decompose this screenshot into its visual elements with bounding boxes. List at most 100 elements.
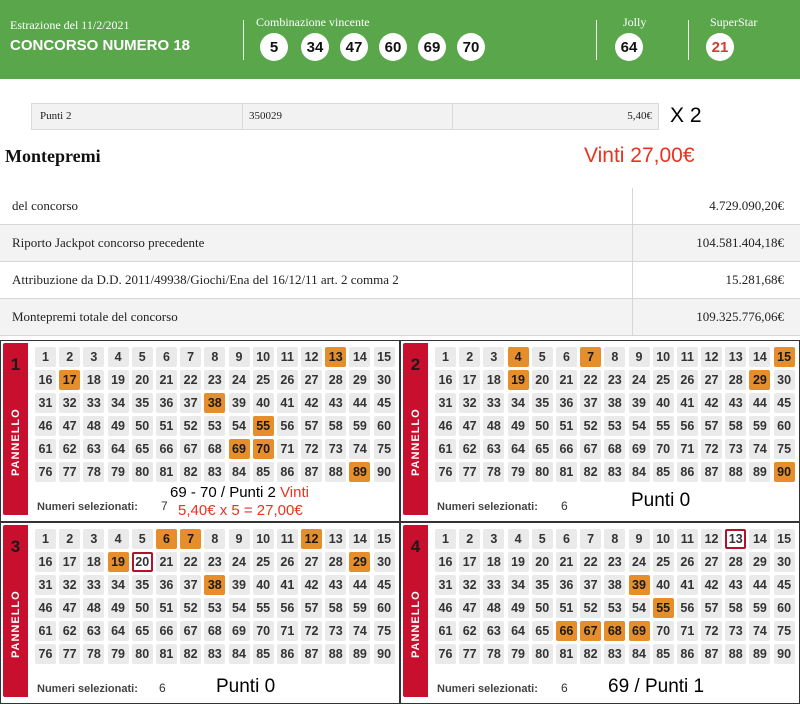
number-cell-86[interactable]: 86	[276, 644, 298, 664]
number-cell-89[interactable]: 89	[349, 644, 371, 664]
number-cell-7[interactable]: 7	[580, 529, 602, 549]
number-cell-31[interactable]: 31	[435, 393, 456, 413]
number-cell-53[interactable]: 53	[204, 416, 226, 436]
number-cell-49[interactable]: 49	[507, 598, 529, 618]
number-cell-56[interactable]: 56	[276, 598, 298, 618]
number-cell-8[interactable]: 8	[604, 347, 626, 367]
number-cell-12[interactable]: 12	[701, 529, 723, 549]
number-cell-79[interactable]: 79	[107, 644, 129, 664]
number-cell-42[interactable]: 42	[701, 575, 723, 595]
number-cell-27[interactable]: 27	[701, 370, 723, 390]
number-cell-39[interactable]: 39	[228, 575, 250, 595]
number-cell-80[interactable]: 80	[131, 462, 153, 482]
number-cell-89[interactable]: 89	[749, 462, 771, 482]
number-cell-37[interactable]: 37	[180, 393, 202, 413]
number-cell-45[interactable]: 45	[773, 575, 795, 595]
number-cell-85[interactable]: 85	[252, 644, 274, 664]
number-cell-12[interactable]: 12	[301, 529, 323, 549]
number-cell-72[interactable]: 72	[301, 439, 323, 459]
number-cell-36[interactable]: 36	[155, 575, 177, 595]
number-cell-15[interactable]: 15	[773, 347, 795, 367]
number-cell-14[interactable]: 14	[749, 347, 771, 367]
number-cell-77[interactable]: 77	[59, 644, 81, 664]
number-cell-64[interactable]: 64	[107, 439, 129, 459]
number-cell-4[interactable]: 4	[107, 347, 129, 367]
number-cell-41[interactable]: 41	[276, 575, 298, 595]
number-cell-85[interactable]: 85	[652, 644, 674, 664]
number-cell-43[interactable]: 43	[725, 575, 747, 595]
number-cell-83[interactable]: 83	[604, 462, 626, 482]
number-cell-1[interactable]: 1	[435, 529, 456, 549]
number-cell-27[interactable]: 27	[301, 552, 323, 572]
number-cell-44[interactable]: 44	[349, 575, 371, 595]
number-cell-78[interactable]: 78	[483, 644, 505, 664]
number-cell-76[interactable]: 76	[35, 644, 56, 664]
number-cell-75[interactable]: 75	[373, 621, 395, 641]
number-cell-21[interactable]: 21	[555, 552, 577, 572]
number-cell-72[interactable]: 72	[301, 621, 323, 641]
number-cell-32[interactable]: 32	[59, 393, 81, 413]
number-cell-49[interactable]: 49	[107, 598, 129, 618]
number-cell-87[interactable]: 87	[701, 462, 723, 482]
number-cell-23[interactable]: 23	[604, 552, 626, 572]
number-cell-86[interactable]: 86	[676, 644, 698, 664]
number-cell-31[interactable]: 31	[35, 393, 56, 413]
number-cell-74[interactable]: 74	[349, 621, 371, 641]
number-cell-30[interactable]: 30	[373, 552, 395, 572]
number-cell-12[interactable]: 12	[301, 347, 323, 367]
number-cell-57[interactable]: 57	[301, 598, 323, 618]
number-cell-58[interactable]: 58	[725, 416, 747, 436]
number-cell-69[interactable]: 69	[228, 621, 250, 641]
number-cell-59[interactable]: 59	[749, 416, 771, 436]
number-cell-51[interactable]: 51	[155, 416, 177, 436]
number-cell-29[interactable]: 29	[749, 370, 771, 390]
number-cell-33[interactable]: 33	[483, 393, 505, 413]
number-cell-4[interactable]: 4	[107, 529, 129, 549]
number-cell-15[interactable]: 15	[773, 529, 795, 549]
number-cell-88[interactable]: 88	[725, 644, 747, 664]
number-cell-63[interactable]: 63	[483, 621, 505, 641]
number-cell-6[interactable]: 6	[155, 347, 177, 367]
number-cell-15[interactable]: 15	[373, 347, 395, 367]
number-cell-62[interactable]: 62	[459, 439, 481, 459]
number-cell-5[interactable]: 5	[531, 347, 553, 367]
number-cell-67[interactable]: 67	[580, 439, 602, 459]
number-cell-6[interactable]: 6	[155, 529, 177, 549]
number-cell-57[interactable]: 57	[301, 416, 323, 436]
number-cell-34[interactable]: 34	[107, 393, 129, 413]
number-cell-87[interactable]: 87	[701, 644, 723, 664]
number-cell-85[interactable]: 85	[652, 462, 674, 482]
number-cell-54[interactable]: 54	[228, 416, 250, 436]
number-cell-26[interactable]: 26	[676, 370, 698, 390]
number-cell-18[interactable]: 18	[483, 370, 505, 390]
number-cell-74[interactable]: 74	[749, 621, 771, 641]
number-cell-2[interactable]: 2	[459, 347, 481, 367]
number-cell-48[interactable]: 48	[483, 416, 505, 436]
number-cell-88[interactable]: 88	[725, 462, 747, 482]
number-cell-76[interactable]: 76	[435, 644, 456, 664]
number-cell-36[interactable]: 36	[555, 393, 577, 413]
number-cell-17[interactable]: 17	[459, 370, 481, 390]
number-cell-73[interactable]: 73	[725, 621, 747, 641]
number-cell-54[interactable]: 54	[628, 416, 650, 436]
number-cell-20[interactable]: 20	[531, 370, 553, 390]
number-cell-23[interactable]: 23	[204, 552, 226, 572]
number-cell-71[interactable]: 71	[276, 621, 298, 641]
number-cell-42[interactable]: 42	[301, 575, 323, 595]
number-cell-71[interactable]: 71	[276, 439, 298, 459]
number-cell-13[interactable]: 13	[325, 347, 347, 367]
number-cell-39[interactable]: 39	[228, 393, 250, 413]
number-cell-11[interactable]: 11	[676, 529, 698, 549]
number-cell-73[interactable]: 73	[725, 439, 747, 459]
number-cell-60[interactable]: 60	[773, 416, 795, 436]
number-cell-8[interactable]: 8	[204, 347, 226, 367]
number-cell-60[interactable]: 60	[773, 598, 795, 618]
number-cell-68[interactable]: 68	[204, 621, 226, 641]
number-cell-71[interactable]: 71	[676, 621, 698, 641]
number-cell-32[interactable]: 32	[459, 393, 481, 413]
number-cell-7[interactable]: 7	[580, 347, 602, 367]
number-cell-86[interactable]: 86	[676, 462, 698, 482]
number-cell-72[interactable]: 72	[701, 621, 723, 641]
number-cell-86[interactable]: 86	[276, 462, 298, 482]
number-cell-64[interactable]: 64	[107, 621, 129, 641]
